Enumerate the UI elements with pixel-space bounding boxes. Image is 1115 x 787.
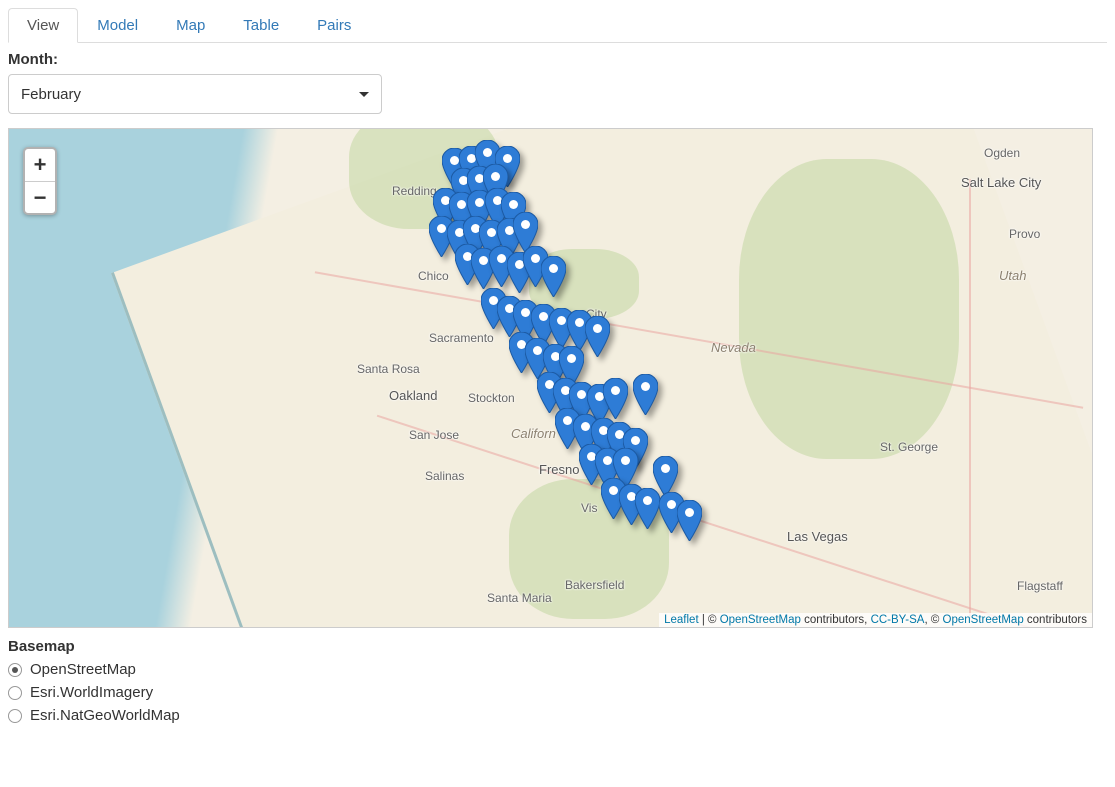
- tab-bar: View Model Map Table Pairs: [8, 8, 1107, 43]
- zoom-control: + −: [23, 147, 57, 215]
- map-marker[interactable]: [541, 256, 566, 297]
- tab-map[interactable]: Map: [157, 8, 224, 43]
- tab-label: Pairs: [317, 17, 351, 34]
- tab-label: Map: [176, 17, 205, 34]
- map-marker[interactable]: [677, 500, 702, 541]
- tab-pairs[interactable]: Pairs: [298, 8, 370, 43]
- osm-link-2[interactable]: OpenStreetMap: [943, 614, 1024, 626]
- minus-icon: −: [34, 185, 47, 211]
- tab-label: View: [27, 17, 59, 34]
- plus-icon: +: [34, 152, 47, 178]
- tab-label: Model: [97, 17, 138, 34]
- map-marker[interactable]: [585, 316, 610, 357]
- month-label: Month:: [8, 51, 1107, 68]
- tab-model[interactable]: Model: [78, 8, 157, 43]
- map-attribution: Leaflet | © OpenStreetMap contributors, …: [659, 613, 1092, 627]
- basemap-option[interactable]: OpenStreetMap: [8, 661, 1107, 678]
- map-viewport[interactable]: + − ReddingChicoSacramentoCarson CitySan…: [8, 128, 1093, 628]
- basemap-title: Basemap: [8, 638, 1107, 655]
- map-marker[interactable]: [633, 374, 658, 415]
- zoom-in-button[interactable]: +: [25, 149, 55, 181]
- road: [969, 179, 971, 619]
- map-city-label: Ogden: [984, 146, 1020, 160]
- basemap-option-label: OpenStreetMap: [30, 661, 136, 678]
- basemap-option-label: Esri.NatGeoWorldMap: [30, 707, 180, 724]
- zoom-out-button[interactable]: −: [25, 181, 55, 213]
- basemap-option[interactable]: Esri.WorldImagery: [8, 684, 1107, 701]
- month-select[interactable]: February: [8, 74, 382, 114]
- basemap-option[interactable]: Esri.NatGeoWorldMap: [8, 707, 1107, 724]
- leaflet-link[interactable]: Leaflet: [664, 614, 699, 626]
- radio-icon[interactable]: [8, 686, 22, 700]
- tab-view[interactable]: View: [8, 8, 78, 43]
- map-marker[interactable]: [635, 488, 660, 529]
- tab-table[interactable]: Table: [224, 8, 298, 43]
- license-link[interactable]: CC-BY-SA: [871, 614, 925, 626]
- basemap-option-label: Esri.WorldImagery: [30, 684, 153, 701]
- tab-label: Table: [243, 17, 279, 34]
- map-marker[interactable]: [603, 378, 628, 419]
- month-selected-value: February: [21, 86, 81, 103]
- terrain: [739, 159, 959, 459]
- radio-icon[interactable]: [8, 663, 22, 677]
- osm-link[interactable]: OpenStreetMap: [720, 614, 801, 626]
- caret-down-icon: [359, 92, 369, 97]
- radio-icon[interactable]: [8, 709, 22, 723]
